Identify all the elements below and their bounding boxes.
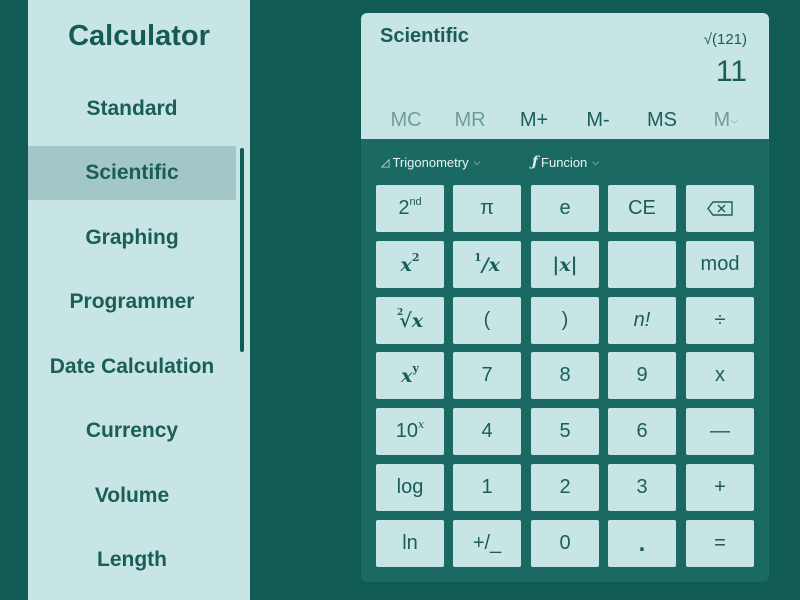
square-root-button[interactable]: 2 √x bbox=[376, 297, 444, 344]
chevron-down-icon: ⌵ bbox=[592, 156, 600, 167]
digit-7-button[interactable]: 7 bbox=[453, 352, 521, 399]
digit-4-button[interactable]: 4 bbox=[453, 408, 521, 455]
trigonometry-label: Trigonometry bbox=[392, 154, 469, 170]
chevron-down-icon: ⌵ bbox=[473, 156, 481, 167]
reciprocal-sup: 1 bbox=[474, 251, 482, 264]
memory-row: MC MR M+ M- MS M⌵ bbox=[361, 105, 769, 135]
euler-button[interactable]: e bbox=[531, 185, 599, 232]
power-sup: y bbox=[412, 362, 419, 375]
sidebar-item-standard[interactable]: Standard bbox=[28, 82, 236, 136]
open-paren-button[interactable]: ( bbox=[453, 297, 521, 344]
reciprocal-rest: /x bbox=[481, 253, 500, 276]
mode-title: Scientific bbox=[380, 25, 469, 47]
sidebar: Calculator Standard Scientific Graphing … bbox=[28, 0, 250, 600]
digit-0-button[interactable]: 0 bbox=[531, 520, 599, 567]
function-label: Funcion bbox=[541, 154, 588, 170]
backspace-icon bbox=[707, 201, 733, 216]
square-sup: 2 bbox=[411, 251, 420, 264]
sidebar-item-volume[interactable]: Volume bbox=[28, 469, 236, 523]
trigonometry-dropdown[interactable]: ◿ Trigonometry ⌵ bbox=[381, 151, 480, 173]
add-button[interactable]: + bbox=[686, 464, 754, 511]
power-base: x bbox=[401, 364, 413, 387]
clear-entry-button[interactable]: CE bbox=[608, 185, 676, 232]
negate-button[interactable]: +/_ bbox=[453, 520, 521, 567]
multiply-button[interactable]: x bbox=[686, 352, 754, 399]
chevron-down-icon: ⌵ bbox=[730, 114, 739, 127]
memory-add-button[interactable]: M+ bbox=[505, 105, 563, 135]
sidebar-item-length[interactable]: Length bbox=[28, 533, 236, 587]
second-sup: nd bbox=[409, 195, 422, 208]
absolute-value-button[interactable]: |x| bbox=[531, 241, 599, 288]
factorial-button[interactable]: n! bbox=[608, 297, 676, 344]
digit-6-button[interactable]: 6 bbox=[608, 408, 676, 455]
natural-log-button[interactable]: ln bbox=[376, 520, 444, 567]
digit-8-button[interactable]: 8 bbox=[531, 352, 599, 399]
blank-key[interactable] bbox=[608, 241, 676, 288]
subtract-button[interactable]: — bbox=[686, 408, 754, 455]
calculator-panel: Scientific √(121) 11 MC MR M+ M- MS M⌵ ◿… bbox=[361, 13, 769, 582]
sidebar-item-graphing[interactable]: Graphing bbox=[28, 211, 236, 265]
triangle-ruler-icon: ◿ bbox=[381, 156, 390, 169]
memory-subtract-button[interactable]: M- bbox=[569, 105, 627, 135]
sidebar-item-scientific[interactable]: Scientific bbox=[28, 146, 236, 200]
digit-1-button[interactable]: 1 bbox=[453, 464, 521, 511]
square-base: x bbox=[400, 253, 412, 276]
sidebar-item-date-calculation[interactable]: Date Calculation bbox=[28, 340, 236, 394]
divide-button[interactable]: ÷ bbox=[686, 297, 754, 344]
expression-display: √(121) bbox=[703, 31, 747, 48]
function-icon: ƒ bbox=[532, 154, 539, 170]
equals-button[interactable]: = bbox=[686, 520, 754, 567]
memory-list-label: M bbox=[713, 109, 731, 131]
power-button[interactable]: xy bbox=[376, 352, 444, 399]
root-index: 2 bbox=[396, 307, 404, 318]
memory-list-button[interactable]: M⌵ bbox=[697, 105, 755, 135]
ten-power-sup: x bbox=[418, 418, 425, 431]
function-row: ◿ Trigonometry ⌵ ƒ Funcion ⌵ bbox=[361, 151, 769, 173]
factorial-label: n! bbox=[633, 309, 651, 331]
sidebar-scrollbar[interactable] bbox=[240, 148, 244, 352]
memory-store-button[interactable]: MS bbox=[633, 105, 691, 135]
ten-power-button[interactable]: 10 x bbox=[376, 408, 444, 455]
pi-button[interactable]: π bbox=[453, 185, 521, 232]
sidebar-item-programmer[interactable]: Programmer bbox=[28, 275, 236, 329]
app-title: Calculator bbox=[68, 20, 210, 52]
memory-recall-button[interactable]: MR bbox=[441, 105, 499, 135]
sidebar-item-currency[interactable]: Currency bbox=[28, 404, 236, 458]
log-button[interactable]: log bbox=[376, 464, 444, 511]
result-display: 11 bbox=[715, 55, 747, 88]
close-paren-button[interactable]: ) bbox=[531, 297, 599, 344]
memory-clear-button[interactable]: MC bbox=[377, 105, 435, 135]
backspace-button[interactable] bbox=[686, 185, 754, 232]
modulo-button[interactable]: mod bbox=[686, 241, 754, 288]
decimal-button[interactable]: . bbox=[608, 520, 676, 567]
square-button[interactable]: x2 bbox=[376, 241, 444, 288]
digit-9-button[interactable]: 9 bbox=[608, 352, 676, 399]
second-function-button[interactable]: 2nd bbox=[376, 185, 444, 232]
display: Scientific √(121) 11 MC MR M+ M- MS M⌵ bbox=[361, 13, 769, 139]
digit-2-button[interactable]: 2 bbox=[531, 464, 599, 511]
digit-3-button[interactable]: 3 bbox=[608, 464, 676, 511]
function-dropdown[interactable]: ƒ Funcion ⌵ bbox=[532, 151, 599, 173]
digit-5-button[interactable]: 5 bbox=[531, 408, 599, 455]
reciprocal-button[interactable]: 1/x bbox=[453, 241, 521, 288]
second-base: 2 bbox=[398, 197, 410, 219]
ten-power-base: 10 bbox=[395, 420, 419, 442]
